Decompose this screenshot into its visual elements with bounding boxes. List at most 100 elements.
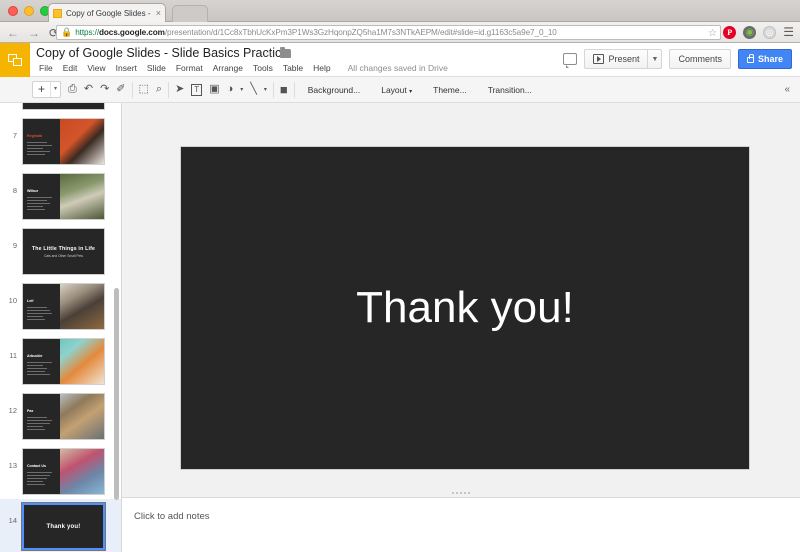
notes-resize-handle[interactable] (122, 488, 800, 497)
bookmark-star-icon[interactable]: ☆ (708, 28, 717, 39)
chevron-down-icon[interactable]: ▾ (264, 87, 267, 93)
play-icon (593, 54, 605, 64)
paint-format-icon[interactable]: ✐ (116, 84, 125, 95)
list-item-selected[interactable]: 14 Thank you! (0, 499, 121, 552)
chevron-down-icon[interactable]: ▾ (50, 82, 60, 97)
menu-table[interactable]: Table (278, 62, 308, 74)
move-to-folder-icon[interactable] (280, 47, 291, 58)
thumbnail-subtitle: Cats and Other Small Pets (43, 253, 84, 258)
thumbnail-text-lines (27, 197, 56, 211)
list-item[interactable]: 8 Wilbur (0, 169, 121, 224)
browser-tab-inactive[interactable] (172, 5, 208, 22)
minimize-window-button[interactable] (24, 6, 34, 16)
slide-thumbnail[interactable]: Man's Best Friend Adoptable Dogs (22, 103, 105, 110)
star-document-icon[interactable]: ☆ (265, 49, 274, 60)
menu-arrange[interactable]: Arrange (208, 62, 248, 74)
back-arrow-icon[interactable]: ← (7, 27, 19, 39)
layout-button[interactable]: Layout ▾ (374, 83, 419, 97)
close-window-button[interactable] (8, 6, 18, 16)
new-slide-button[interactable]: + ▾ (32, 81, 62, 98)
menu-help[interactable]: Help (308, 62, 335, 74)
plus-icon: + (38, 82, 46, 96)
save-status-text: All changes saved in Drive (347, 63, 448, 73)
background-button[interactable]: Background... (301, 83, 367, 97)
slide-frame-icon[interactable]: ■ (280, 83, 288, 96)
thumbnail-photo (60, 284, 104, 329)
pinterest-extension-icon[interactable]: P (723, 25, 737, 39)
list-item[interactable]: 13 Contact Us (0, 444, 121, 499)
menu-view[interactable]: View (82, 62, 110, 74)
forward-arrow-icon[interactable]: → (28, 27, 40, 39)
list-item[interactable]: 9 The Little Things in Life Cats and Oth… (0, 224, 121, 279)
browser-toolbar: ← → ⟳ 🔒 https://docs.google.com/presenta… (0, 22, 800, 43)
document-title[interactable]: Copy of Google Slides - Slide Basics Pra… (36, 46, 288, 60)
address-bar[interactable]: 🔒 https://docs.google.com/presentation/d… (56, 25, 721, 40)
thumbnail-photo (60, 394, 104, 439)
text-box-icon[interactable]: T (191, 83, 203, 96)
menu-insert[interactable]: Insert (111, 62, 142, 74)
slide-number: 13 (8, 461, 17, 470)
slide-thumbnail[interactable]: Leif (22, 283, 105, 330)
filmstrip-scrollbar[interactable] (114, 103, 119, 552)
transition-button[interactable]: Transition... (481, 83, 539, 97)
slide-filmstrip[interactable]: 6 Man's Best Friend Adoptable Dogs 7 Reg… (0, 103, 122, 552)
slide-thumbnail[interactable]: Arbuckle (22, 338, 105, 385)
redo-icon[interactable]: ↷ (100, 84, 109, 95)
shape-icon[interactable]: ◑ (227, 84, 234, 95)
slide-number: 10 (8, 296, 17, 305)
slide-number: 12 (8, 406, 17, 415)
google-slides-logo[interactable] (0, 43, 30, 77)
print-icon[interactable]: ⎙ (68, 84, 77, 95)
line-icon[interactable]: ╲ (250, 84, 257, 95)
scrollbar-thumb[interactable] (114, 288, 119, 500)
chevron-down-icon: ▾ (409, 88, 413, 95)
current-slide[interactable]: Thank you! (180, 146, 750, 470)
menu-slide[interactable]: Slide (142, 62, 171, 74)
menu-edit[interactable]: Edit (58, 62, 83, 74)
menu-file[interactable]: File (34, 62, 58, 74)
evernote-extension-icon[interactable]: ◉ (743, 25, 757, 39)
thumbnail-title: The Little Things in Life (31, 245, 96, 252)
select-cursor-icon[interactable]: ➤ (175, 84, 184, 95)
slide-editor: Thank you! Click to add notes (122, 103, 800, 552)
slide-title-text[interactable]: Thank you! (356, 283, 574, 333)
menu-tools[interactable]: Tools (248, 62, 278, 74)
hamburger-menu-icon[interactable]: ☰ (783, 25, 794, 39)
present-dropdown-arrow-icon[interactable]: ▼ (647, 49, 663, 69)
list-item[interactable]: 10 Leif (0, 279, 121, 334)
address-bar-url: https://docs.google.com/presentation/d/1… (75, 28, 557, 37)
slide-thumbnail[interactable]: Contact Us (22, 448, 105, 495)
slide-thumbnail[interactable]: Reginald (22, 118, 105, 165)
browser-tab-active[interactable]: Copy of Google Slides - Sl × (48, 3, 166, 22)
list-item[interactable]: 11 Arbuckle (0, 334, 121, 389)
zoom-icon[interactable]: ⌕ (156, 84, 162, 95)
toolbar-group-design: Background... Layout ▾ Theme... Transiti… (295, 77, 545, 103)
slide-number: 9 (12, 241, 17, 250)
menu-format[interactable]: Format (171, 62, 208, 74)
list-item[interactable]: 6 Man's Best Friend Adoptable Dogs (0, 103, 121, 114)
thumbnail-content: The Little Things in Life Cats and Other… (23, 229, 104, 274)
url-path: /presentation/d/1Cc8xTbhUcKxPm3P1Ws3GzHq… (164, 28, 557, 37)
theme-button[interactable]: Theme... (426, 83, 474, 97)
chevron-down-icon[interactable]: ▾ (240, 87, 243, 93)
share-button[interactable]: Share (737, 49, 792, 69)
close-icon[interactable]: × (156, 8, 161, 18)
fit-to-screen-icon[interactable]: ⬚ (139, 84, 149, 95)
slide-thumbnail[interactable]: Wilbur (22, 173, 105, 220)
list-item[interactable]: 7 Reginald (0, 114, 121, 169)
unknown-extension-icon[interactable]: ◎ (763, 25, 777, 39)
speaker-notes-panel[interactable]: Click to add notes (122, 497, 800, 552)
undo-icon[interactable]: ↶ (84, 84, 93, 95)
slide-thumbnail[interactable]: Pax (22, 393, 105, 440)
insert-image-icon[interactable]: ▣ (209, 84, 219, 95)
list-item[interactable]: 12 Pax (0, 389, 121, 444)
comments-button[interactable]: Comments (669, 49, 731, 69)
slide-thumbnail-selected[interactable]: Thank you! (21, 502, 106, 551)
slide-canvas-area[interactable]: Thank you! (122, 103, 800, 488)
comment-bubble-icon[interactable] (563, 53, 578, 68)
thumbnail-heading: Pax (27, 409, 34, 413)
thumbnail-text-lines (27, 417, 56, 431)
present-button[interactable]: Present (584, 49, 648, 69)
collapse-toolbar-icon[interactable]: « (784, 84, 790, 95)
slide-thumbnail[interactable]: The Little Things in Life Cats and Other… (22, 228, 105, 275)
